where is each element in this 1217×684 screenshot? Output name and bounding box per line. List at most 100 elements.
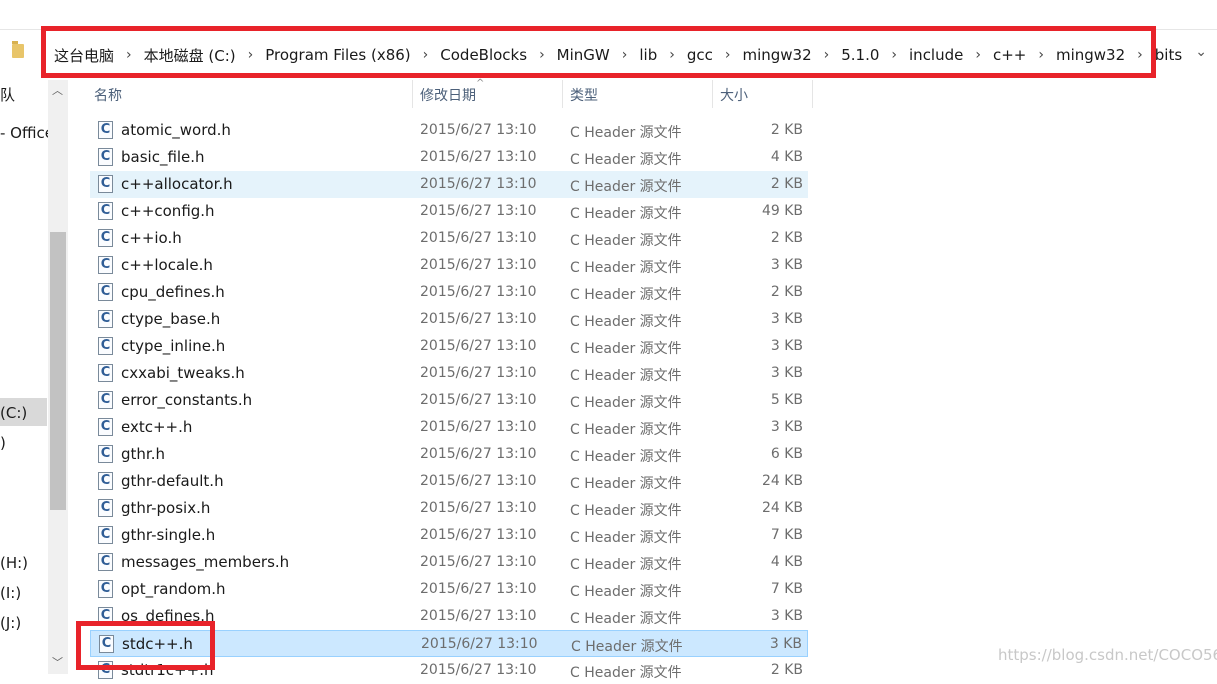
- file-row[interactable]: Cgthr-default.h 2015/6/27 13:10 C Header 源…: [90, 468, 808, 495]
- file-row[interactable]: Ccxxabi_tweaks.h 2015/6/27 13:10 C Header …: [90, 360, 808, 387]
- file-type: C Header 源文件: [571, 639, 683, 655]
- nav-item[interactable]: ): [0, 434, 6, 452]
- chevron-right-icon[interactable]: ›: [622, 47, 628, 63]
- c-header-file-icon: C: [99, 635, 114, 653]
- nav-item-h-drive[interactable]: (H:): [0, 554, 28, 572]
- chevron-right-icon[interactable]: ›: [1137, 47, 1143, 63]
- file-date: 2015/6/27 13:10: [420, 581, 537, 597]
- file-type: C Header 源文件: [570, 341, 682, 357]
- file-row[interactable]: Cctype_base.h 2015/6/27 13:10 C Header 源文件…: [90, 306, 808, 333]
- breadcrumb-item[interactable]: c++: [993, 46, 1026, 64]
- file-row[interactable]: Cgthr-single.h 2015/6/27 13:10 C Header 源文…: [90, 522, 808, 549]
- file-size: 4 KB: [770, 149, 803, 165]
- file-type: C Header 源文件: [570, 665, 682, 681]
- file-row[interactable]: Cbasic_file.h 2015/6/27 13:10 C Header 源文件…: [90, 144, 808, 171]
- file-row[interactable]: Cgthr.h 2015/6/27 13:10 C Header 源文件 6 KB: [90, 441, 808, 468]
- file-name: messages_members.h: [121, 553, 290, 571]
- file-type: C Header 源文件: [570, 287, 682, 303]
- chevron-right-icon[interactable]: ›: [725, 47, 731, 63]
- file-row[interactable]: Cc++config.h 2015/6/27 13:10 C Header 源文件 4…: [90, 198, 808, 225]
- column-size[interactable]: 大小: [720, 85, 748, 105]
- file-row[interactable]: Cstdc++.h 2015/6/27 13:10 C Header 源文件 3 KB: [90, 630, 808, 657]
- chevron-right-icon[interactable]: ›: [669, 47, 675, 63]
- chevron-right-icon[interactable]: ›: [248, 47, 254, 63]
- breadcrumb-item[interactable]: CodeBlocks: [440, 46, 527, 64]
- column-divider[interactable]: [562, 80, 563, 108]
- file-type: C Header 源文件: [570, 233, 682, 249]
- chevron-right-icon[interactable]: ›: [539, 47, 545, 63]
- column-divider[interactable]: [412, 80, 413, 108]
- breadcrumb-item[interactable]: 这台电脑: [54, 45, 114, 66]
- column-type[interactable]: 类型: [570, 85, 598, 105]
- file-name: ctype_inline.h: [121, 337, 226, 355]
- file-row[interactable]: Cctype_inline.h 2015/6/27 13:10 C Header 源…: [90, 333, 808, 360]
- c-header-file-icon: C: [98, 661, 113, 679]
- c-header-file-icon: C: [98, 229, 113, 247]
- c-header-file-icon: C: [98, 310, 113, 328]
- breadcrumb-item[interactable]: mingw32: [742, 46, 811, 64]
- file-type: C Header 源文件: [570, 125, 682, 141]
- file-name: ctype_base.h: [121, 310, 221, 328]
- file-date: 2015/6/27 13:10: [420, 122, 537, 138]
- c-header-file-icon: C: [98, 607, 113, 625]
- file-row[interactable]: Ccpu_defines.h 2015/6/27 13:10 C Header 源文…: [90, 279, 808, 306]
- file-name: gthr-single.h: [121, 526, 216, 544]
- file-name: stdc++.h: [122, 635, 193, 653]
- file-size: 4 KB: [770, 554, 803, 570]
- file-row[interactable]: Cos_defines.h 2015/6/27 13:10 C Header 源文件…: [90, 603, 808, 630]
- nav-item-i-drive[interactable]: (I:): [0, 584, 21, 602]
- breadcrumb-item[interactable]: 5.1.0: [841, 46, 879, 64]
- chevron-right-icon[interactable]: ›: [824, 47, 830, 63]
- file-row[interactable]: Cmessages_members.h 2015/6/27 13:10 C Head…: [90, 549, 808, 576]
- chevron-right-icon[interactable]: ›: [975, 47, 981, 63]
- nav-scrollbar-thumb[interactable]: [50, 232, 66, 510]
- file-size: 3 KB: [770, 257, 803, 273]
- scroll-up-icon[interactable]: ︿: [52, 82, 63, 98]
- nav-item-c-drive[interactable]: (C:): [0, 404, 27, 422]
- chevron-right-icon[interactable]: ›: [1038, 47, 1044, 63]
- file-type: C Header 源文件: [570, 395, 682, 411]
- chevron-right-icon[interactable]: ›: [891, 47, 897, 63]
- breadcrumb-item[interactable]: lib: [639, 46, 657, 64]
- file-type: C Header 源文件: [570, 530, 682, 546]
- c-header-file-icon: C: [98, 445, 113, 463]
- file-row[interactable]: Cc++locale.h 2015/6/27 13:10 C Header 源文件 3…: [90, 252, 808, 279]
- breadcrumb-item[interactable]: include: [909, 46, 963, 64]
- file-name: os_defines.h: [121, 607, 215, 625]
- column-divider[interactable]: [712, 80, 713, 108]
- breadcrumb-item[interactable]: mingw32: [1056, 46, 1125, 64]
- address-bar[interactable]: 这台电脑 › 本地磁盘 (C:) › Program Files (x86) › CodeB…: [0, 32, 1217, 74]
- column-divider[interactable]: [812, 80, 813, 108]
- nav-item[interactable]: 队: [0, 84, 15, 105]
- c-header-file-icon: C: [98, 202, 113, 220]
- c-header-file-icon: C: [98, 418, 113, 436]
- nav-item[interactable]: - Office: [0, 124, 54, 142]
- column-name[interactable]: 名称: [94, 85, 122, 105]
- file-row[interactable]: Copt_random.h 2015/6/27 13:10 C Header 源文件…: [90, 576, 808, 603]
- nav-item-j-drive[interactable]: (J:): [0, 614, 21, 632]
- file-date: 2015/6/27 13:10: [420, 257, 537, 273]
- file-date: 2015/6/27 13:10: [420, 149, 537, 165]
- watermark: https://blog.csdn.net/COCO56: [998, 646, 1217, 664]
- file-row[interactable]: Cstdtr1c++.h 2015/6/27 13:10 C Header 源文件 2…: [90, 657, 808, 684]
- chevron-down-icon[interactable]: ⌄: [1195, 44, 1207, 60]
- file-row[interactable]: Cgthr-posix.h 2015/6/27 13:10 C Header 源文件…: [90, 495, 808, 522]
- breadcrumb-item[interactable]: gcc: [687, 46, 713, 64]
- file-type: C Header 源文件: [570, 179, 682, 195]
- file-row[interactable]: Cerror_constants.h 2015/6/27 13:10 C Heade…: [90, 387, 808, 414]
- file-row[interactable]: Cc++allocator.h 2015/6/27 13:10 C Header 源…: [90, 171, 808, 198]
- c-header-file-icon: C: [98, 580, 113, 598]
- column-date[interactable]: 修改日期: [420, 85, 476, 105]
- c-header-file-icon: C: [98, 256, 113, 274]
- file-row[interactable]: Catomic_word.h 2015/6/27 13:10 C Header 源文…: [90, 117, 808, 144]
- scroll-down-icon[interactable]: ﹀: [52, 654, 63, 670]
- breadcrumb-item[interactable]: Program Files (x86): [265, 46, 410, 64]
- chevron-right-icon[interactable]: ›: [126, 47, 132, 63]
- breadcrumb-item[interactable]: MinGW: [557, 46, 610, 64]
- breadcrumb-item[interactable]: 本地磁盘 (C:): [144, 45, 236, 66]
- file-row[interactable]: Cextc++.h 2015/6/27 13:10 C Header 源文件 3 KB: [90, 414, 808, 441]
- breadcrumb-item[interactable]: bits: [1155, 46, 1182, 64]
- file-row[interactable]: Cc++io.h 2015/6/27 13:10 C Header 源文件 2 KB: [90, 225, 808, 252]
- chevron-right-icon[interactable]: ›: [423, 47, 429, 63]
- file-name: cpu_defines.h: [121, 283, 225, 301]
